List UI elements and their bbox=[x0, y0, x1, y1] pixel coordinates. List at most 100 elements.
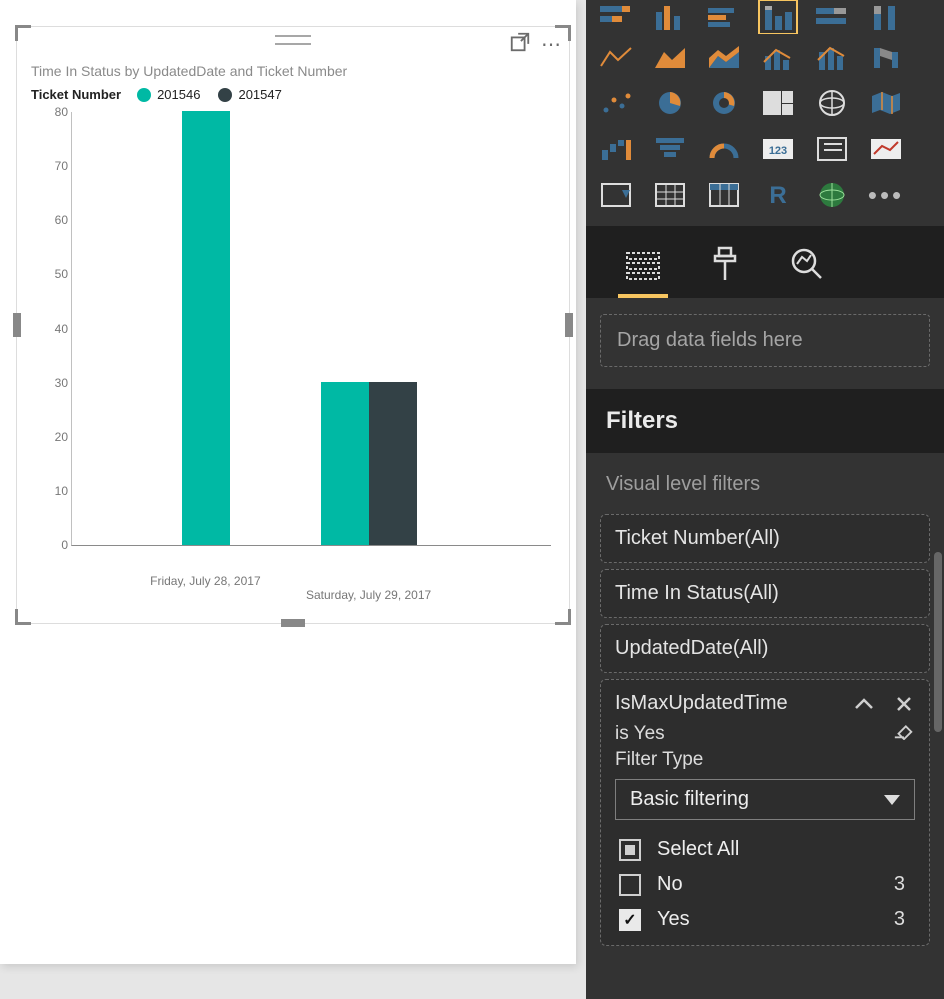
visualization-gallery: 123 R ••• bbox=[586, 0, 944, 226]
y-tick: 30 bbox=[32, 376, 68, 390]
viz-stacked-column-icon[interactable] bbox=[758, 0, 798, 34]
plot: 0 10 20 30 40 50 60 70 80 bbox=[71, 112, 551, 546]
viz-table-icon[interactable] bbox=[650, 177, 690, 213]
visualizations-pane: 123 R ••• bbox=[586, 0, 944, 999]
fields-tab-icon[interactable] bbox=[622, 244, 664, 284]
chart-legend: Ticket Number 201546 201547 bbox=[17, 87, 569, 102]
filter-option-yes[interactable]: Yes 3 bbox=[615, 902, 915, 937]
fields-drop-zone[interactable]: Drag data fields here bbox=[600, 314, 930, 367]
filter-card-time-in-status[interactable]: Time In Status(All) bbox=[600, 569, 930, 618]
resize-handle-bottom[interactable] bbox=[281, 619, 305, 627]
resize-handle-left[interactable] bbox=[13, 313, 21, 337]
viz-line-clustered-column-icon[interactable] bbox=[758, 39, 798, 75]
viz-treemap-icon[interactable] bbox=[758, 85, 798, 121]
bar-201546-cat1[interactable] bbox=[321, 382, 369, 545]
filter-option-select-all[interactable]: Select All bbox=[615, 832, 915, 867]
viz-clustered-column-icon[interactable] bbox=[650, 0, 690, 34]
viz-100-stacked-column-icon[interactable] bbox=[866, 0, 906, 34]
resize-handle-right[interactable] bbox=[565, 313, 573, 337]
x-tick-0: Friday, July 28, 2017 bbox=[125, 574, 285, 588]
dropdown-caret-icon bbox=[884, 795, 900, 805]
bar-201546-cat0[interactable] bbox=[182, 111, 230, 545]
viz-100-stacked-bar-icon[interactable] bbox=[812, 0, 852, 34]
viz-clustered-bar-icon[interactable] bbox=[704, 0, 744, 34]
legend-item-201547[interactable]: 201547 bbox=[238, 87, 281, 102]
filter-card-ticket-number[interactable]: Ticket Number(All) bbox=[600, 514, 930, 563]
viz-filled-map-icon[interactable] bbox=[866, 85, 906, 121]
filter-option-label: No bbox=[657, 873, 683, 896]
viz-line-chart-icon[interactable] bbox=[596, 39, 636, 75]
viz-gauge-icon[interactable] bbox=[704, 131, 744, 167]
visual-header: ⋯ bbox=[17, 27, 569, 57]
viz-scatter-icon[interactable] bbox=[596, 85, 636, 121]
viz-pie-icon[interactable] bbox=[650, 85, 690, 121]
filter-card-ismaxupdatedtime[interactable]: IsMaxUpdatedTime is Yes Filter Type Basi… bbox=[600, 679, 930, 946]
legend-field-label: Ticket Number bbox=[31, 87, 121, 102]
viz-arcgis-map-icon[interactable] bbox=[812, 177, 852, 213]
import-custom-visual-icon[interactable]: ••• bbox=[866, 177, 906, 213]
clear-filter-icon[interactable] bbox=[893, 719, 915, 741]
filters-section-header: Filters bbox=[586, 389, 944, 453]
filter-card-label: UpdatedDate(All) bbox=[615, 637, 768, 659]
viz-waterfall-icon[interactable] bbox=[596, 131, 636, 167]
filter-option-no[interactable]: No 3 bbox=[615, 867, 915, 902]
viz-stacked-area-icon[interactable] bbox=[704, 39, 744, 75]
viz-r-visual-icon[interactable]: R bbox=[758, 177, 798, 213]
y-tick: 50 bbox=[32, 267, 68, 281]
filter-option-label: Select All bbox=[657, 838, 739, 861]
viz-multirow-card-icon[interactable] bbox=[812, 131, 852, 167]
legend-swatch-201546[interactable] bbox=[137, 88, 151, 102]
checkbox-checked-icon[interactable] bbox=[619, 909, 641, 931]
filter-card-updated-date[interactable]: UpdatedDate(All) bbox=[600, 624, 930, 673]
report-canvas[interactable]: ⋯ Time In Status by UpdatedDate and Tick… bbox=[0, 0, 586, 999]
viz-matrix-icon[interactable] bbox=[704, 177, 744, 213]
filter-type-select[interactable]: Basic filtering bbox=[615, 779, 915, 820]
bar-201547-cat1[interactable] bbox=[369, 382, 417, 545]
y-tick: 60 bbox=[32, 213, 68, 227]
viz-stacked-bar-h-icon[interactable] bbox=[596, 0, 636, 34]
pane-tabs bbox=[586, 226, 944, 298]
bar-group-1 bbox=[321, 382, 417, 545]
filter-type-label: Filter Type bbox=[615, 745, 915, 771]
svg-text:R: R bbox=[769, 182, 786, 209]
y-tick: 80 bbox=[32, 105, 68, 119]
y-tick: 40 bbox=[32, 322, 68, 336]
chart-visual-container[interactable]: ⋯ Time In Status by UpdatedDate and Tick… bbox=[16, 26, 570, 624]
filter-option-count: 3 bbox=[894, 908, 911, 931]
drag-grip-icon[interactable] bbox=[275, 35, 311, 45]
viz-line-stacked-column-icon[interactable] bbox=[812, 39, 852, 75]
resize-handle-bottom-left[interactable] bbox=[15, 609, 31, 625]
collapse-chevron-icon[interactable] bbox=[853, 693, 875, 715]
resize-handle-bottom-right[interactable] bbox=[555, 609, 571, 625]
viz-area-chart-icon[interactable] bbox=[650, 39, 690, 75]
filter-card-label: Ticket Number(All) bbox=[615, 527, 780, 549]
filter-summary: is Yes bbox=[615, 715, 665, 745]
viz-slicer-icon[interactable] bbox=[596, 177, 636, 213]
y-tick: 70 bbox=[32, 159, 68, 173]
format-tab-icon[interactable] bbox=[704, 244, 746, 284]
y-tick: 10 bbox=[32, 484, 68, 498]
filter-card-label: Time In Status(All) bbox=[615, 582, 779, 604]
pane-scrollbar-thumb[interactable] bbox=[934, 552, 942, 732]
legend-item-201546[interactable]: 201546 bbox=[157, 87, 200, 102]
viz-map-icon[interactable] bbox=[812, 85, 852, 121]
focus-mode-icon[interactable] bbox=[509, 31, 531, 58]
bar-group-0 bbox=[182, 111, 230, 545]
analytics-tab-icon[interactable] bbox=[786, 244, 828, 284]
viz-ribbon-chart-icon[interactable] bbox=[866, 39, 906, 75]
viz-donut-icon[interactable] bbox=[704, 85, 744, 121]
chart-title: Time In Status by UpdatedDate and Ticket… bbox=[17, 57, 569, 87]
y-tick: 0 bbox=[32, 538, 68, 552]
remove-filter-icon[interactable] bbox=[893, 693, 915, 715]
legend-swatch-201547[interactable] bbox=[218, 88, 232, 102]
x-tick-1: Saturday, July 29, 2017 bbox=[289, 588, 449, 602]
checkbox-unchecked-icon[interactable] bbox=[619, 874, 641, 896]
visual-level-filters-header: Visual level filters bbox=[586, 453, 944, 508]
more-options-icon[interactable]: ⋯ bbox=[541, 35, 563, 55]
checkbox-tristate-icon[interactable] bbox=[619, 839, 641, 861]
viz-funnel-icon[interactable] bbox=[650, 131, 690, 167]
filter-type-value: Basic filtering bbox=[630, 788, 749, 811]
viz-kpi-icon[interactable] bbox=[866, 131, 906, 167]
viz-card-icon[interactable]: 123 bbox=[758, 131, 798, 167]
svg-text:123: 123 bbox=[769, 145, 787, 157]
